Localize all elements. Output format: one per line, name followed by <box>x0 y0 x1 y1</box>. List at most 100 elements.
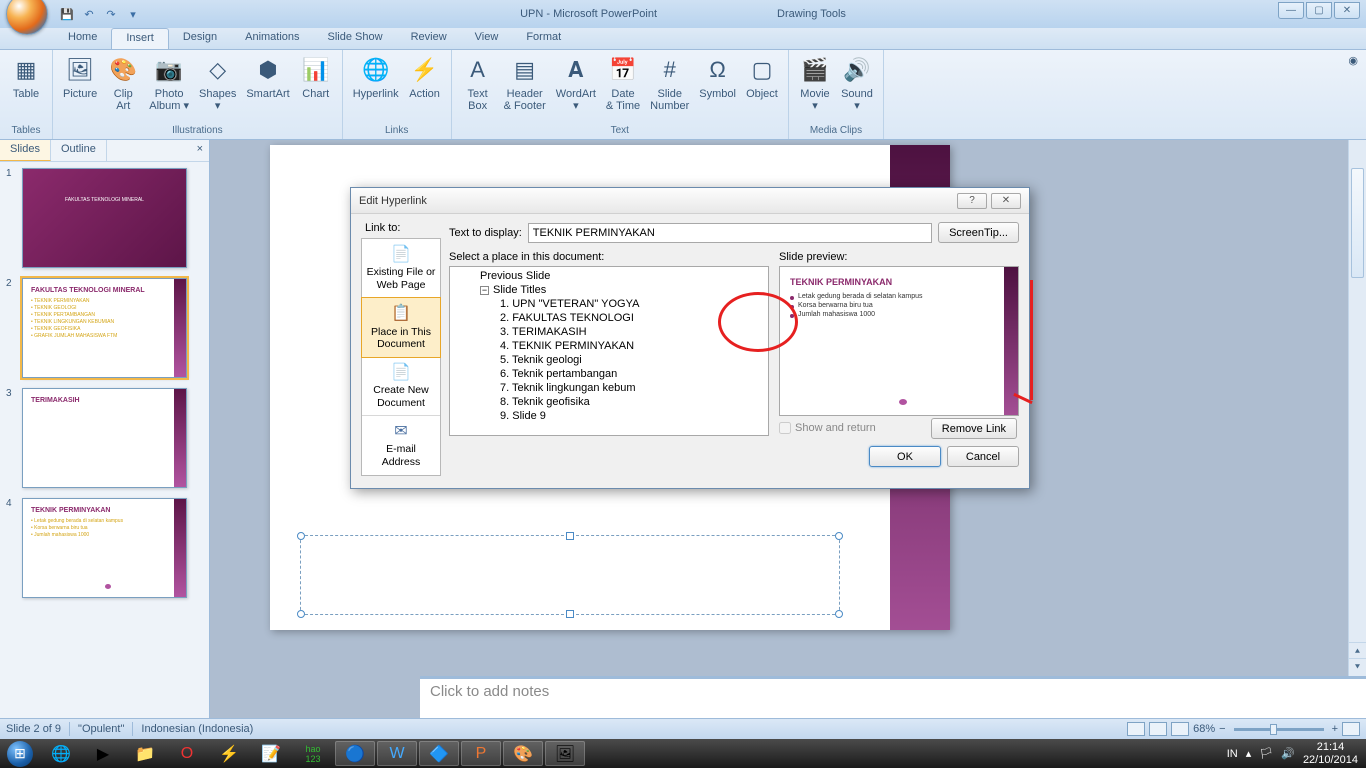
tab-format[interactable]: Format <box>512 28 575 49</box>
prev-slide-button[interactable]: ⯅ <box>1349 642 1366 658</box>
tray-chevron-icon[interactable]: ▴ <box>1246 747 1252 760</box>
taskbar-chrome[interactable]: 🔵 <box>335 741 375 766</box>
tab-review[interactable]: Review <box>397 28 461 49</box>
tree-item[interactable]: 5. Teknik geologi <box>452 353 766 367</box>
language-indicator[interactable]: Indonesian (Indonesia) <box>141 723 253 735</box>
tab-design[interactable]: Design <box>169 28 231 49</box>
outline-tab[interactable]: Outline <box>51 140 107 161</box>
slideshow-view-button[interactable] <box>1171 722 1189 736</box>
action-button[interactable]: ⚡Action <box>405 52 445 102</box>
resize-handle[interactable] <box>297 532 305 540</box>
date-button[interactable]: 📅Date& Time <box>602 52 644 114</box>
linkto-existing[interactable]: 📄Existing File orWeb Page <box>362 239 440 298</box>
dialog-help-button[interactable]: ? <box>957 193 987 209</box>
tab-insert[interactable]: Insert <box>111 28 169 49</box>
save-icon[interactable]: 💾 <box>58 4 76 24</box>
dialog-titlebar[interactable]: Edit Hyperlink ? ✕ <box>351 188 1029 214</box>
linkto-create[interactable]: 📄Create NewDocument <box>362 357 440 416</box>
taskbar-app2[interactable]: 🖼 <box>545 741 585 766</box>
linkto-place[interactable]: 📋Place in ThisDocument <box>361 297 441 357</box>
tab-animations[interactable]: Animations <box>231 28 313 49</box>
object-button[interactable]: ▢Object <box>742 52 782 102</box>
slide-button[interactable]: #SlideNumber <box>646 52 693 114</box>
undo-icon[interactable]: ↶ <box>80 4 98 24</box>
resize-handle[interactable] <box>835 532 843 540</box>
tree-expand-icon[interactable]: − <box>480 286 489 295</box>
minimize-button[interactable]: — <box>1278 2 1304 19</box>
zoom-in-button[interactable]: + <box>1332 723 1338 735</box>
help-icon[interactable]: ◉ <box>1340 50 1366 139</box>
zoom-out-button[interactable]: − <box>1219 723 1225 735</box>
screentip-button[interactable]: ScreenTip... <box>938 222 1019 243</box>
slide-thumbnail[interactable]: FAKULTAS TEKNOLOGI MINERAL• TEKNIK PERMI… <box>22 278 187 378</box>
slide-thumbnail[interactable]: TERIMAKASIH <box>22 388 187 488</box>
tree-item[interactable]: 4. TEKNIK PERMINYAKAN <box>452 339 766 353</box>
zoom-slider[interactable] <box>1234 728 1324 731</box>
hyperlink-button[interactable]: 🌐Hyperlink <box>349 52 403 102</box>
text-display-input[interactable] <box>528 223 932 243</box>
tree-item[interactable]: Previous Slide <box>452 269 766 283</box>
next-slide-button[interactable]: ⯆ <box>1349 658 1366 674</box>
header-button[interactable]: ▤Header& Footer <box>500 52 550 114</box>
resize-handle[interactable] <box>566 610 574 618</box>
resize-handle[interactable] <box>566 532 574 540</box>
taskbar-ie[interactable]: 🌐 <box>41 741 81 766</box>
redo-icon[interactable]: ↷ <box>102 4 120 24</box>
movie-button[interactable]: 🎬Movie▾ <box>795 52 835 114</box>
tree-item[interactable]: 2. FAKULTAS TEKNOLOGI <box>452 311 766 325</box>
zoom-level[interactable]: 68% <box>1193 723 1215 735</box>
table-button[interactable]: ▦Table <box>6 52 46 102</box>
tree-item[interactable]: 6. Teknik pertambangan <box>452 367 766 381</box>
document-tree[interactable]: Previous Slide−Slide Titles1. UPN "VETER… <box>449 266 769 436</box>
text-placeholder-selection[interactable] <box>300 535 840 615</box>
tree-item[interactable]: 3. TERIMAKASIH <box>452 325 766 339</box>
tree-item[interactable]: −Slide Titles <box>452 283 766 297</box>
remove-link-button[interactable]: Remove Link <box>931 418 1017 439</box>
tree-item[interactable]: 9. Slide 9 <box>452 409 766 423</box>
smartart-button[interactable]: ⬢SmartArt <box>242 52 293 102</box>
tray-lang[interactable]: IN <box>1227 748 1238 760</box>
linkto-e-mail[interactable]: ✉E-mail Address <box>362 416 440 474</box>
sound-button[interactable]: 🔊Sound▾ <box>837 52 877 114</box>
ok-button[interactable]: OK <box>869 446 941 467</box>
slide-thumbnail[interactable]: FAKULTAS TEKNOLOGI MINERAL <box>22 168 187 268</box>
normal-view-button[interactable] <box>1127 722 1145 736</box>
clip-button[interactable]: 🎨ClipArt <box>103 52 143 114</box>
zoom-slider-thumb[interactable] <box>1270 724 1277 735</box>
start-button[interactable]: ⊞ <box>0 739 40 768</box>
tray-flag-icon[interactable]: 🏳 <box>1259 747 1273 760</box>
close-button[interactable]: ✕ <box>1334 2 1360 19</box>
taskbar-hao123[interactable]: hao123 <box>293 741 333 766</box>
dialog-close-button[interactable]: ✕ <box>991 193 1021 209</box>
taskbar-explorer[interactable]: 📁 <box>125 741 165 766</box>
shapes-button[interactable]: ◇Shapes▾ <box>195 52 240 114</box>
taskbar-word[interactable]: W <box>377 741 417 766</box>
tree-item[interactable]: 8. Teknik geofisika <box>452 395 766 409</box>
tree-item[interactable]: 1. UPN "VETERAN" YOGYA <box>452 297 766 311</box>
tab-home[interactable]: Home <box>54 28 111 49</box>
notes-pane[interactable]: Click to add notes <box>420 676 1366 718</box>
vertical-scrollbar[interactable]: ⯅⯆ <box>1348 140 1366 676</box>
resize-handle[interactable] <box>835 610 843 618</box>
tray-clock[interactable]: 21:1422/10/2014 <box>1303 741 1358 765</box>
chart-button[interactable]: 📊Chart <box>296 52 336 102</box>
resize-handle[interactable] <box>297 610 305 618</box>
restore-button[interactable]: ▢ <box>1306 2 1332 19</box>
slide-thumbnail[interactable]: TEKNIK PERMINYAKAN• Letak gedung berada … <box>22 498 187 598</box>
sorter-view-button[interactable] <box>1149 722 1167 736</box>
wordart-button[interactable]: 𝐀WordArt▾ <box>552 52 600 114</box>
photo-button[interactable]: 📷PhotoAlbum ▾ <box>145 52 193 114</box>
picture-button[interactable]: 🖼Picture <box>59 52 101 102</box>
taskbar-media[interactable]: ▶ <box>83 741 123 766</box>
tab-view[interactable]: View <box>461 28 513 49</box>
tree-item[interactable]: 7. Teknik lingkungan kebum <box>452 381 766 395</box>
qat-customize-icon[interactable]: ▾ <box>124 4 142 24</box>
tray-volume-icon[interactable]: 🔊 <box>1281 747 1295 760</box>
cancel-button[interactable]: Cancel <box>947 446 1019 467</box>
taskbar-notepad[interactable]: 📝 <box>251 741 291 766</box>
slides-tab[interactable]: Slides <box>0 140 51 161</box>
taskbar-paint[interactable]: 🎨 <box>503 741 543 766</box>
text-button[interactable]: ATextBox <box>458 52 498 114</box>
taskbar-powerpoint[interactable]: P <box>461 741 501 766</box>
fit-window-button[interactable] <box>1342 722 1360 736</box>
